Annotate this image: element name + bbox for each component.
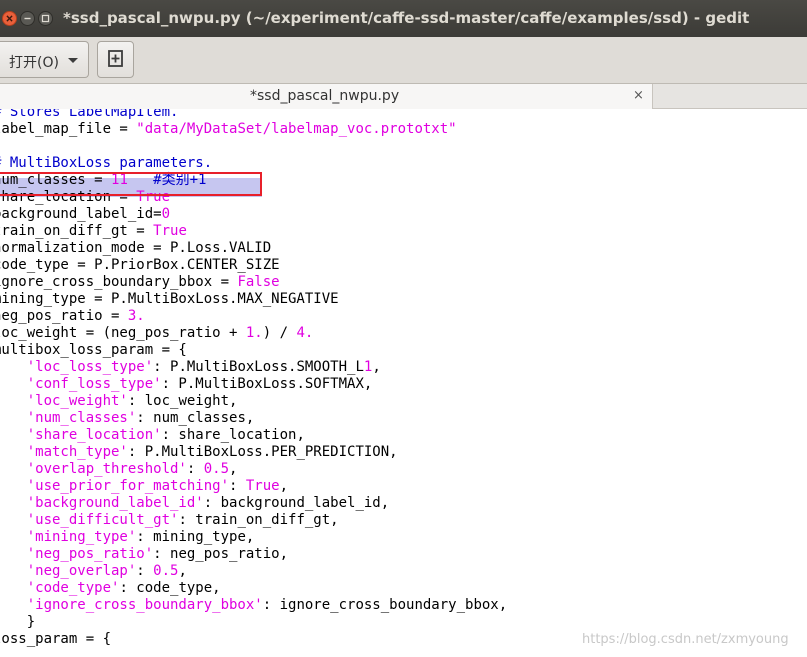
code-line: neg_pos_ratio = 3. xyxy=(0,308,145,324)
tab-ssd-pascal-nwpu[interactable]: *ssd_pascal_nwpu.py × xyxy=(0,84,653,109)
code-line: multibox_loss_param = { xyxy=(0,342,187,358)
window-titlebar: *ssd_pascal_nwpu.py (~/experiment/caffe-… xyxy=(0,0,807,37)
tab-close-icon[interactable]: × xyxy=(633,88,644,103)
window-title: *ssd_pascal_nwpu.py (~/experiment/caffe-… xyxy=(63,9,750,27)
code-line: 'use_difficult_gt': train_on_diff_gt, xyxy=(26,512,339,528)
code-line: train_on_diff_gt = True xyxy=(0,223,187,239)
code-line: background_label_id=0 xyxy=(0,206,171,222)
watermark: https://blog.csdn.net/zxmyoung xyxy=(582,632,789,647)
tab-bar: *ssd_pascal_nwpu.py × xyxy=(0,84,807,109)
code-line: 'use_prior_for_matching': True, xyxy=(26,478,289,494)
code-line: 'loc_loss_type': P.MultiBoxLoss.SMOOTH_L… xyxy=(26,359,381,375)
window-close-button[interactable] xyxy=(2,11,17,26)
tab-label: *ssd_pascal_nwpu.py xyxy=(250,88,400,104)
code-line: 'overlap_threshold': 0.5, xyxy=(26,461,238,477)
code-line: mining_type = P.MultiBoxLoss.MAX_NEGATIV… xyxy=(0,291,339,307)
header-toolbar: 打开(O) xyxy=(0,37,807,84)
code-line: } xyxy=(26,614,36,630)
window-minimize-button[interactable] xyxy=(20,11,35,26)
code-line: 'loc_weight': loc_weight, xyxy=(26,393,238,409)
code-line: 'neg_overlap': 0.5, xyxy=(26,563,187,579)
code-line: # MultiBoxLoss parameters. xyxy=(0,155,213,171)
open-button[interactable]: 打开(O) xyxy=(0,41,89,78)
code-line: 'share_location': share_location, xyxy=(26,427,305,443)
close-icon xyxy=(6,15,13,22)
chevron-down-icon xyxy=(68,58,78,63)
code-line: 'ignore_cross_boundary_bbox': ignore_cro… xyxy=(26,597,508,613)
new-document-button[interactable] xyxy=(97,41,134,78)
code-line: 'num_classes': num_classes, xyxy=(26,410,255,426)
code-line: 'match_type': P.MultiBoxLoss.PER_PREDICT… xyxy=(26,444,398,460)
code-line: code_type = P.PriorBox.CENTER_SIZE xyxy=(0,257,280,273)
new-document-icon xyxy=(108,50,123,67)
code-line: 'background_label_id': background_label_… xyxy=(26,495,390,511)
code-line: 'neg_pos_ratio': neg_pos_ratio, xyxy=(26,546,289,562)
minimize-icon xyxy=(24,17,31,20)
code-line: loss_param = { xyxy=(0,631,112,647)
code-line: 'code_type': code_type, xyxy=(26,580,221,596)
code-line: loc_weight = (neg_pos_ratio + 1.) / 4. xyxy=(0,325,314,341)
annotation-box xyxy=(0,172,262,196)
maximize-icon xyxy=(41,14,50,23)
code-editor[interactable]: # Stores LabelMapItem. label_map_file = "… xyxy=(0,109,807,657)
code-line: normalization_mode = P.Loss.VALID xyxy=(0,240,272,256)
code-line: 'mining_type': mining_type, xyxy=(26,529,255,545)
code-line: 'conf_loss_type': P.MultiBoxLoss.SOFTMAX… xyxy=(26,376,373,392)
open-button-label: 打开(O) xyxy=(9,55,59,71)
code-line: ignore_cross_boundary_bbox = False xyxy=(0,274,280,290)
code-line: # Stores LabelMapItem. xyxy=(0,109,179,120)
window-maximize-button[interactable] xyxy=(38,11,53,26)
code-line: label_map_file = "data/MyDataSet/labelma… xyxy=(0,121,457,137)
